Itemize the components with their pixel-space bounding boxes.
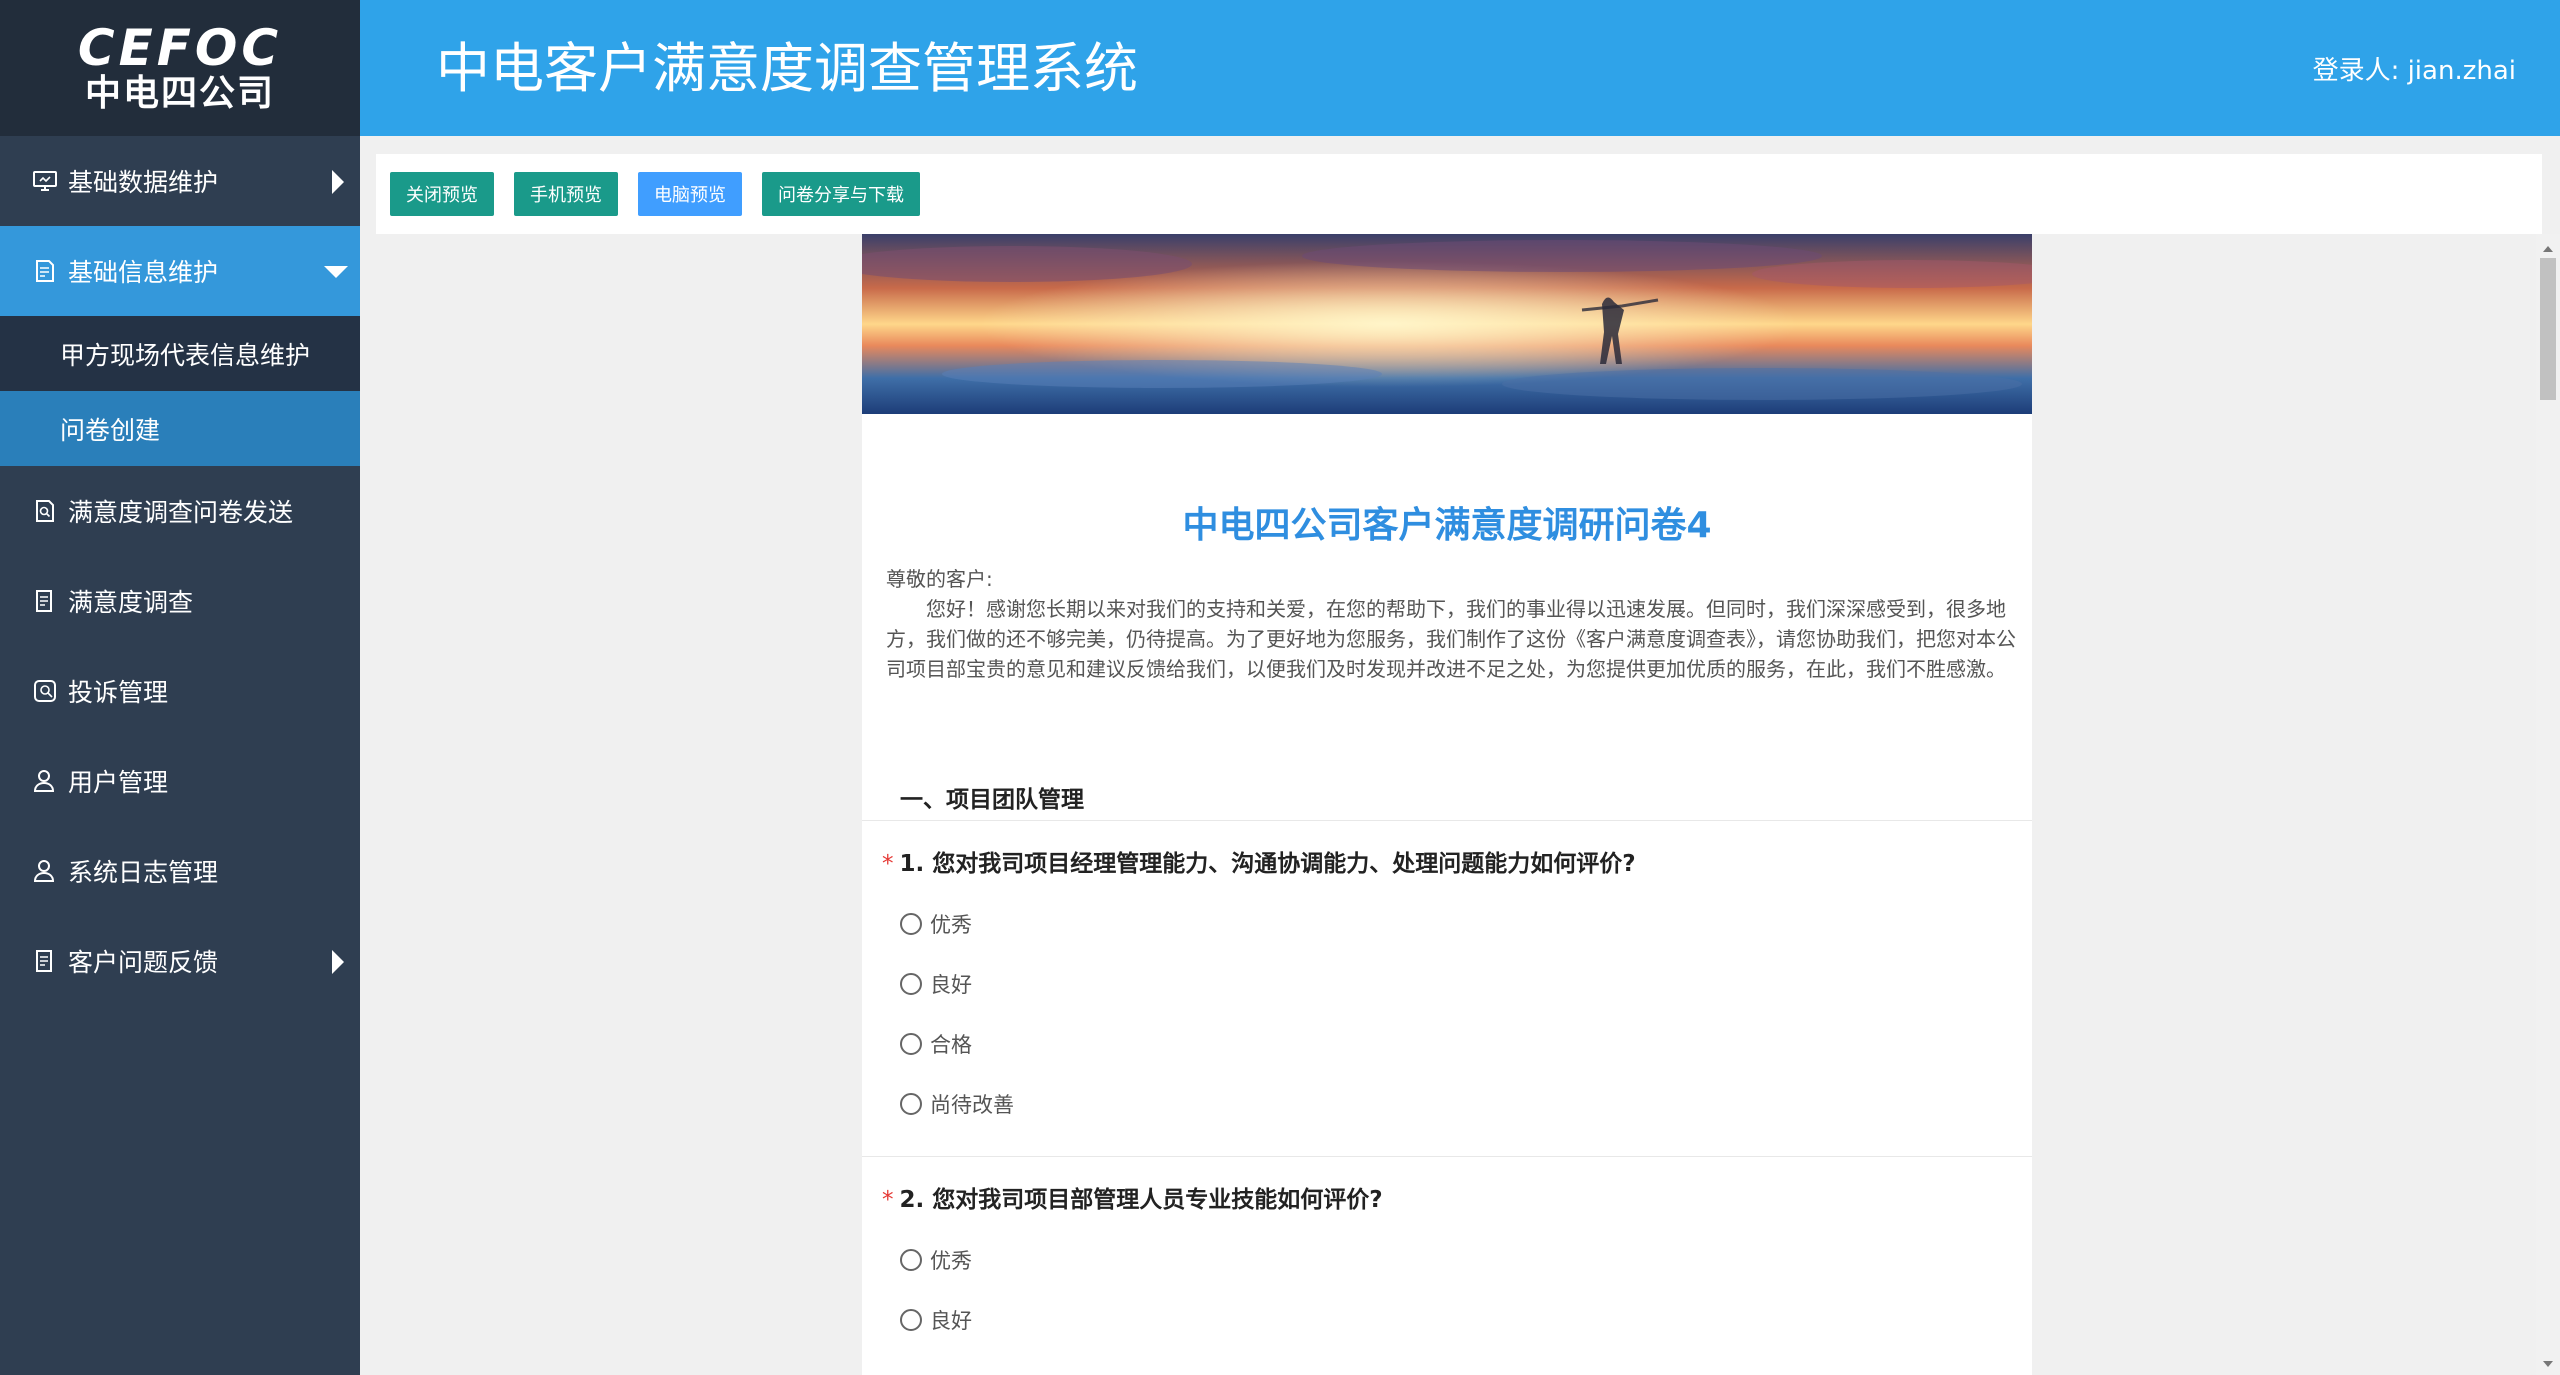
logo-text-cn: 中电四公司 [84,73,275,114]
scroll-thumb[interactable] [2540,258,2556,400]
divider [862,820,2032,821]
survey-banner-image [862,234,2032,414]
close-preview-button[interactable]: 关闭预览 [390,172,494,216]
q1-option-good[interactable]: 良好 [900,969,972,999]
required-mark: * [882,1187,894,1213]
chevron-right-icon [332,950,344,974]
section-title: 一、项目团队管理 [900,787,1084,813]
sidebar-item-basic-data[interactable]: 基础数据维护 [0,136,360,226]
mobile-preview-button[interactable]: 手机预览 [514,172,618,216]
chevron-down-icon [324,266,348,278]
sidebar-item-label: 基础信息维护 [68,258,219,287]
chevron-right-icon [332,170,344,194]
user-icon [30,766,60,796]
sidebar: CEFOC 中电四公司 基础数据维护 基础信息维护 甲方现场代表信息维护 问卷创… [0,0,360,1375]
document-list-icon [30,586,60,616]
radio-button[interactable] [900,913,922,935]
sidebar-item-user[interactable]: 用户管理 [0,736,360,826]
pc-preview-button[interactable]: 电脑预览 [638,172,742,216]
share-download-button[interactable]: 问卷分享与下载 [762,172,920,216]
sidebar-item-basic-info[interactable]: 基础信息维护 [0,226,360,316]
radio-button[interactable] [900,1093,922,1115]
sidebar-subitem-label: 问卷创建 [60,415,161,445]
option-label: 优秀 [930,913,972,937]
sidebar-item-survey[interactable]: 满意度调查 [0,556,360,646]
radio-button[interactable] [900,1033,922,1055]
question-text: 1. 您对我司项目经理管理能力、沟通协调能力、处理问题能力如何评价? [899,851,1636,877]
document-edit-icon [30,256,60,286]
logo: CEFOC 中电四公司 [0,0,360,136]
option-label: 良好 [930,973,972,997]
option-label: 优秀 [930,1249,972,1273]
question-1: * 1. 您对我司项目经理管理能力、沟通协调能力、处理问题能力如何评价? [882,844,1636,878]
sidebar-item-label: 满意度调查问卷发送 [68,498,294,527]
document-search-icon [30,496,60,526]
survey-intro: 您好！感谢您长期以来对我们的支持和关爱，在您的帮助下，我们的事业得以迅速发展。但… [886,597,2016,681]
sidebar-subitem-representative[interactable]: 甲方现场代表信息维护 [0,316,360,391]
sidebar-item-label: 系统日志管理 [68,858,219,887]
q1-option-excellent[interactable]: 优秀 [900,909,972,939]
survey-title: 中电四公司客户满意度调研问卷4 [1182,505,1712,546]
option-label: 合格 [930,1033,972,1057]
scroll-down-icon[interactable] [2543,1361,2553,1367]
option-label: 尚待改善 [930,1093,1014,1117]
sidebar-subitem-survey-create[interactable]: 问卷创建 [0,391,360,466]
logo-text-en: CEFOC [77,19,283,77]
sidebar-item-label: 满意度调查 [68,588,194,617]
sidebar-item-complaint[interactable]: 投诉管理 [0,646,360,736]
required-mark: * [882,851,894,877]
header: 中电客户满意度调查管理系统 登录人: jian.zhai [360,0,2560,136]
user-log-icon [30,856,60,886]
q2-option-good[interactable]: 良好 [900,1305,972,1335]
question-2: * 2. 您对我司项目部管理人员专业技能如何评价? [882,1180,1383,1214]
sidebar-item-feedback[interactable]: 客户问题反馈 [0,916,360,1006]
survey-greeting: 尊敬的客户: [886,567,993,591]
q1-option-pass[interactable]: 合格 [900,1029,972,1059]
complaint-icon [30,676,60,706]
monitor-icon [30,166,60,196]
q1-option-improve[interactable]: 尚待改善 [900,1089,1014,1119]
radio-button[interactable] [900,1309,922,1331]
scrollbar[interactable] [2536,234,2560,1375]
question-text: 2. 您对我司项目部管理人员专业技能如何评价? [899,1187,1383,1213]
sidebar-item-syslog[interactable]: 系统日志管理 [0,826,360,916]
survey-preview: 中电四公司客户满意度调研问卷4 尊敬的客户: 您好！感谢您长期以来对我们的支持和… [862,234,2032,1375]
sidebar-item-label: 基础数据维护 [68,168,219,197]
login-user: 登录人: jian.zhai [2312,56,2516,86]
sidebar-item-label: 客户问题反馈 [68,948,219,977]
sidebar-item-label: 投诉管理 [68,678,169,707]
radio-button[interactable] [900,1249,922,1271]
q2-option-excellent[interactable]: 优秀 [900,1245,972,1275]
radio-button[interactable] [900,973,922,995]
toolbar: 关闭预览 手机预览 电脑预览 问卷分享与下载 [376,154,2542,234]
document-list-icon [30,946,60,976]
app-title: 中电客户满意度调查管理系统 [436,37,1138,100]
sidebar-subitem-label: 甲方现场代表信息维护 [60,340,311,370]
divider [862,1156,2032,1157]
option-label: 良好 [930,1309,972,1333]
sidebar-item-label: 用户管理 [68,768,169,797]
scroll-up-icon[interactable] [2543,246,2553,252]
sidebar-item-survey-send[interactable]: 满意度调查问卷发送 [0,466,360,556]
